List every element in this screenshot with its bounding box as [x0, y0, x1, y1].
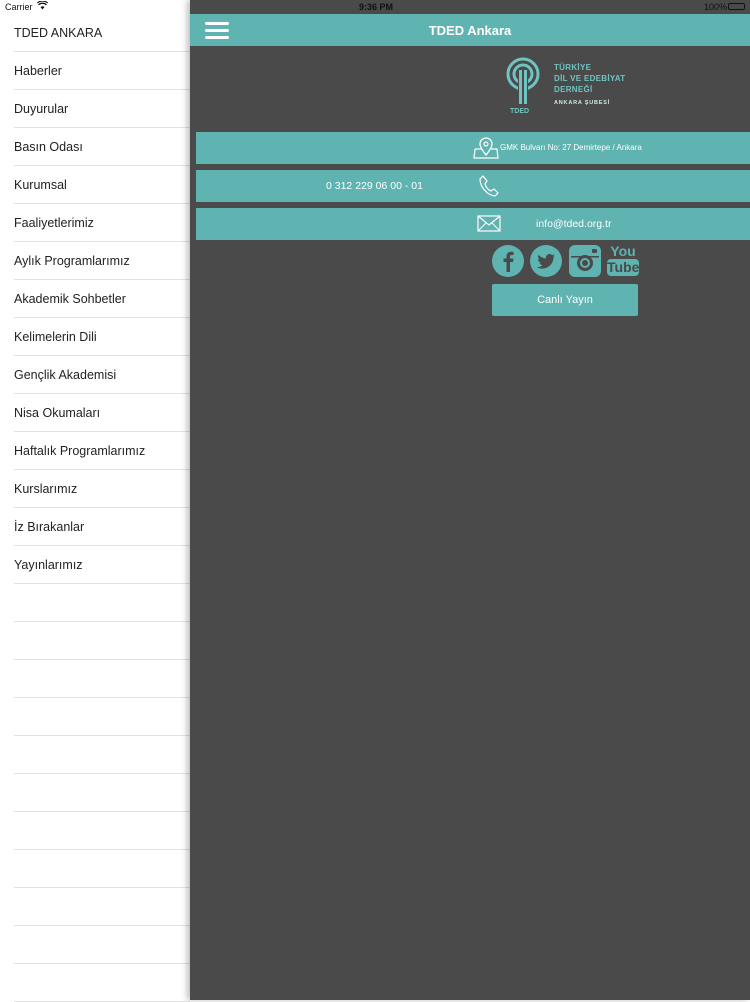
logo-abbr: TDED: [510, 108, 530, 115]
menu-item-yayinlarimiz[interactable]: Yayınlarımız: [14, 546, 190, 584]
menu-empty-row: [14, 584, 190, 622]
menu-empty-row: [14, 660, 190, 698]
status-bar: Carrier 9:36 PM 100%: [0, 0, 750, 14]
menu-item-basin-odasi[interactable]: Basın Odası: [14, 128, 190, 166]
youtube-you-label: You: [610, 243, 636, 259]
carrier-label: Carrier: [5, 2, 33, 12]
logo-text: TÜRKİYE DİL VE EDEBİYAT DERNEĞİ ANKARA Ş…: [554, 62, 625, 109]
menu-item-akademik-sohbetler[interactable]: Akademik Sohbetler: [14, 280, 190, 318]
menu-item-faaliyetlerimiz[interactable]: Faaliyetlerimiz: [14, 204, 190, 242]
menu-empty-row: [14, 698, 190, 736]
wifi-icon: [37, 1, 48, 10]
menu-item-haftalik-programlarimiz[interactable]: Haftalık Programlarımız: [14, 432, 190, 470]
menu-empty-row: [14, 926, 190, 964]
twitter-icon[interactable]: [529, 244, 563, 278]
main-panel: TDED Ankara TDED TÜRKİYE DİL VE EDEBİYAT…: [190, 0, 750, 1000]
battery-icon: [728, 3, 745, 10]
menu-empty-row: [14, 774, 190, 812]
phone-text: 0 312 229 06 00 - 01: [326, 180, 423, 192]
envelope-icon: [477, 215, 501, 232]
facebook-icon[interactable]: [491, 244, 525, 278]
menu-item-iz-birakanlar[interactable]: İz Bırakanlar: [14, 508, 190, 546]
logo-subtitle: ANKARA ŞUBESİ: [554, 100, 611, 106]
email-bar[interactable]: info@tded.org.tr: [196, 208, 750, 240]
menu-empty-row: [14, 812, 190, 850]
nav-bar: TDED Ankara: [190, 14, 750, 46]
menu-item-duyurular[interactable]: Duyurular: [14, 90, 190, 128]
battery-percent: 100%: [704, 2, 728, 12]
address-text: GMK Bulvarı No: 27 Demirtepe / Ankara: [500, 143, 642, 152]
live-stream-button[interactable]: Canlı Yayın: [492, 284, 638, 316]
phone-icon: [479, 175, 499, 197]
youtube-tube-label: Tube: [607, 259, 640, 276]
menu-item-kurslarimiz[interactable]: Kurslarımız: [14, 470, 190, 508]
menu-title[interactable]: TDED ANKARA: [14, 14, 190, 52]
instagram-icon[interactable]: [568, 244, 602, 278]
menu-item-haberler[interactable]: Haberler: [14, 52, 190, 90]
menu-empty-row: [14, 964, 190, 1002]
menu-empty-row: [14, 622, 190, 660]
menu-item-genclik-akademisi[interactable]: Gençlik Akademisi: [14, 356, 190, 394]
menu-empty-row: [14, 850, 190, 888]
menu-empty-row: [14, 888, 190, 926]
menu-item-kelimelerin-dili[interactable]: Kelimelerin Dili: [14, 318, 190, 356]
clock: 9:36 PM: [359, 2, 394, 12]
youtube-icon[interactable]: You Tube: [607, 244, 639, 280]
menu-item-nisa-okumalari[interactable]: Nisa Okumaları: [14, 394, 190, 432]
logo-line-1: TÜRKİYE: [554, 63, 592, 72]
menu-item-aylik-programlarimiz[interactable]: Aylık Programlarımız: [14, 242, 190, 280]
tded-logo: [506, 57, 540, 104]
side-menu: TDED ANKARA Haberler Duyurular Basın Oda…: [0, 14, 190, 1002]
email-text: info@tded.org.tr: [536, 218, 612, 230]
page-title: TDED Ankara: [428, 23, 512, 38]
menu-empty-row: [14, 736, 190, 774]
map-pin-icon: [473, 137, 499, 159]
address-bar[interactable]: GMK Bulvarı No: 27 Demirtepe / Ankara: [196, 132, 750, 164]
logo-line-3: DERNEĞİ: [554, 85, 593, 94]
phone-bar[interactable]: 0 312 229 06 00 - 01: [196, 170, 750, 202]
logo-line-2: DİL VE EDEBİYAT: [554, 74, 626, 83]
menu-item-kurumsal[interactable]: Kurumsal: [14, 166, 190, 204]
